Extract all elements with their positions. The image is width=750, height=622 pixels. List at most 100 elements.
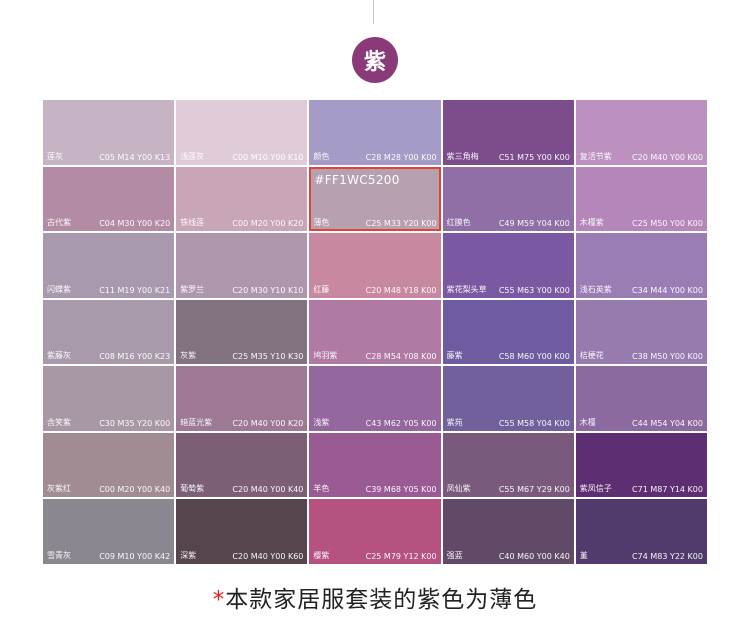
- swatch-name: 堇: [579, 550, 588, 560]
- swatch-cmyk: C20 M40 Y00 K60: [232, 551, 304, 561]
- swatch-name: 凤仙紫: [446, 484, 471, 494]
- swatch-cmyk: C25 M35 Y10 K30: [232, 352, 304, 362]
- caption-text: 本款家居服套装的紫色为薄色: [225, 587, 538, 613]
- swatch-name: 浅石英紫: [579, 284, 612, 294]
- swatch-name: 紫苑: [446, 417, 463, 427]
- color-swatch: 深紫 C20 M40 Y00 K60: [176, 499, 308, 564]
- swatch-name: 木槿紫: [579, 218, 604, 228]
- color-swatch: 凤仙紫 C55 M67 Y29 K00: [442, 432, 574, 498]
- swatch-cmyk: C74 M83 Y22 K00: [632, 551, 703, 561]
- swatch-name: 紫凤信子: [579, 484, 612, 494]
- swatch-cmyk: C00 M10 Y00 K10: [232, 152, 304, 162]
- color-swatch: 复活节紫 C20 M40 Y00 K00: [575, 100, 707, 165]
- swatch-cmyk: C04 M30 Y00 K20: [99, 219, 171, 229]
- color-swatch: 闪蝶紫 C11 M19 Y00 K21: [43, 233, 175, 298]
- swatch-cmyk: C28 M28 Y00 K00: [365, 152, 437, 162]
- swatch-cmyk: C30 M35 Y20 K00: [99, 418, 171, 428]
- swatch-name: 紫三角梅: [446, 151, 479, 161]
- color-swatch: 紫藤灰 C08 M16 Y00 K23: [43, 299, 175, 365]
- color-swatch: #FF1WC5200 薄色 C25 M33 Y20 K00: [309, 166, 441, 232]
- swatch-name: 紫藤灰: [47, 351, 71, 361]
- color-swatch: 桔梗花 C38 M50 Y00 K00: [575, 299, 707, 365]
- swatch-name: 深紫: [180, 550, 197, 560]
- swatch-cmyk: C20 M40 Y00 K20: [232, 418, 304, 428]
- color-swatch: 暗蓝光紫 C20 M40 Y00 K20: [176, 366, 308, 431]
- color-swatch: 藤紫 C58 M60 Y00 K00: [442, 299, 574, 365]
- caption-asterisk: *: [212, 587, 226, 613]
- color-swatch: 颜色 C28 M28 Y00 K00: [309, 100, 441, 165]
- swatch-cmyk: C05 M14 Y00 K13: [99, 152, 171, 162]
- swatch-cmyk: C20 M40 Y00 K40: [232, 485, 304, 495]
- swatch-name: 闪蝶紫: [47, 284, 71, 294]
- swatch-name: 颜色: [313, 151, 330, 161]
- color-swatch: 樱紫 C25 M79 Y12 K00: [309, 499, 441, 564]
- color-swatch: 浅石英紫 C34 M44 Y00 K00: [575, 233, 707, 298]
- swatch-cmyk: C09 M10 Y00 K42: [99, 551, 171, 561]
- color-family-badge: 紫: [352, 37, 398, 83]
- swatch-name: 鸠羽紫: [313, 351, 338, 361]
- swatch-cmyk: C39 M68 Y05 K00: [365, 485, 437, 495]
- swatch-name: 浅莲灰: [180, 151, 205, 161]
- swatch-name: 藤紫: [446, 351, 463, 361]
- swatch-cmyk: C20 M40 Y00 K00: [632, 152, 703, 162]
- swatch-name: 含笑紫: [47, 417, 71, 427]
- swatch-cmyk: C00 M20 Y00 K20: [232, 219, 304, 229]
- color-swatch: 木槿紫 C25 M50 Y00 K00: [575, 166, 707, 232]
- color-swatch: 铁线莲 C00 M20 Y00 K20: [176, 166, 308, 232]
- swatch-cmyk: C11 M19 Y00 K21: [99, 285, 171, 295]
- swatch-cmyk: C00 M20 Y00 K40: [99, 485, 171, 495]
- swatch-cmyk: C51 M75 Y00 K00: [498, 152, 570, 162]
- swatch-name: 灰紫红: [47, 484, 71, 494]
- swatch-name: 薄色: [313, 218, 330, 228]
- swatch-cmyk: C38 M50 Y00 K00: [632, 352, 703, 362]
- swatch-cmyk: C71 M87 Y14 K00: [632, 485, 703, 495]
- swatch-name: 复活节紫: [579, 151, 612, 161]
- swatch-name: 莲灰: [47, 151, 63, 161]
- swatch-name: 羊色: [313, 484, 330, 494]
- color-swatch: 紫苑 C55 M58 Y04 K00: [442, 366, 574, 431]
- color-swatch: 鸠羽紫 C28 M54 Y08 K00: [309, 299, 441, 365]
- swatch-name: 葡萄紫: [180, 484, 205, 494]
- color-swatch: 紫罗兰 C20 M30 Y10 K10: [176, 233, 308, 298]
- swatch-name: 紫花梨头草: [446, 284, 487, 294]
- color-swatch: 红膜色 C49 M59 Y04 K00: [442, 166, 574, 232]
- swatch-name: 桔梗花: [579, 351, 604, 361]
- swatch-cmyk: C58 M60 Y00 K00: [498, 352, 570, 362]
- swatch-cmyk: C25 M50 Y00 K00: [632, 219, 703, 229]
- color-swatch: 紫花梨头草 C55 M63 Y00 K00: [442, 233, 574, 298]
- color-swatch: 雪青灰 C09 M10 Y00 K42: [43, 499, 175, 564]
- swatch-cmyk: C20 M48 Y18 K00: [365, 285, 437, 295]
- swatch-cmyk: C25 M33 Y20 K00: [365, 219, 437, 229]
- color-swatch: 灰紫 C25 M35 Y10 K30: [176, 299, 308, 365]
- color-swatch-grid: 莲灰 C05 M14 Y00 K13 浅莲灰 C00 M10 Y00 K10 颜色 C28…: [43, 100, 707, 564]
- swatch-name: 铁线莲: [180, 218, 205, 228]
- swatch-name: 樱紫: [313, 550, 330, 560]
- swatch-name: 古代紫: [47, 218, 71, 228]
- swatch-name: 雪青灰: [47, 550, 71, 560]
- swatch-cmyk: C08 M16 Y00 K23: [99, 352, 171, 362]
- color-swatch: 红藤 C20 M48 Y18 K00: [309, 233, 441, 298]
- swatch-cmyk: C25 M79 Y12 K00: [365, 551, 437, 561]
- swatch-hex-label: #FF1WC5200: [314, 172, 400, 187]
- caption: *本款家居服套装的紫色为薄色: [0, 580, 750, 614]
- top-divider-line: [373, 0, 374, 24]
- color-swatch: 木槿 C44 M54 Y04 K00: [575, 366, 707, 431]
- swatch-cmyk: C20 M30 Y10 K10: [232, 285, 304, 295]
- swatch-name: 浅紫: [313, 417, 330, 427]
- swatch-cmyk: C43 M62 Y05 K00: [365, 418, 437, 428]
- color-swatch: 浅紫 C43 M62 Y05 K00: [309, 366, 441, 431]
- swatch-name: 木槿: [579, 417, 596, 427]
- swatch-cmyk: C44 M54 Y04 K00: [632, 418, 703, 428]
- swatch-cmyk: C28 M54 Y08 K00: [365, 352, 437, 362]
- color-swatch: 堇 C74 M83 Y22 K00: [575, 499, 707, 564]
- swatch-cmyk: C34 M44 Y00 K00: [632, 285, 703, 295]
- swatch-name: 强蓝: [446, 550, 463, 560]
- swatch-name: 紫罗兰: [180, 284, 205, 294]
- swatch-cmyk: C55 M58 Y04 K00: [498, 418, 570, 428]
- color-swatch: 灰紫红 C00 M20 Y00 K40: [43, 432, 175, 498]
- swatch-cmyk: C49 M59 Y04 K00: [498, 219, 570, 229]
- color-swatch: 古代紫 C04 M30 Y00 K20: [43, 166, 175, 232]
- color-swatch: 羊色 C39 M68 Y05 K00: [309, 432, 441, 498]
- color-swatch: 葡萄紫 C20 M40 Y00 K40: [176, 432, 308, 498]
- color-swatch: 紫三角梅 C51 M75 Y00 K00: [442, 100, 574, 165]
